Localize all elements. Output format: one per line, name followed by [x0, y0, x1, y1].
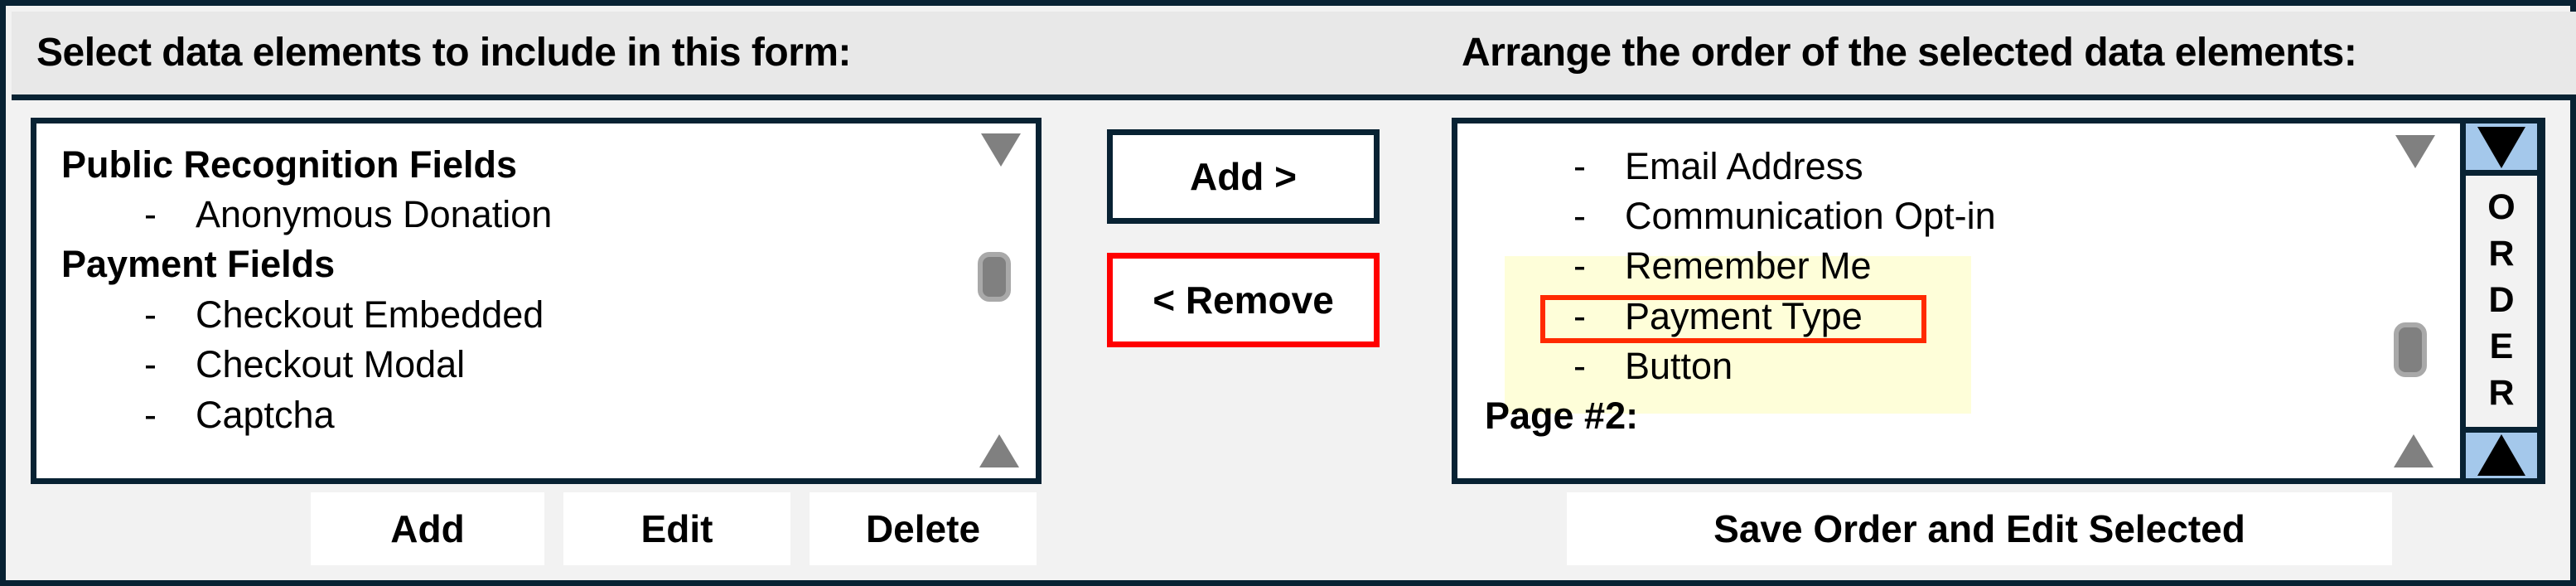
add-element-button[interactable]: Add	[311, 492, 544, 565]
order-label: O R D E R	[2466, 176, 2537, 427]
add-to-selected-button[interactable]: Add >	[1107, 129, 1380, 224]
scroll-down-arrow-icon[interactable]	[981, 133, 1021, 167]
list-item-checkout-modal[interactable]: - Checkout Modal	[144, 340, 465, 390]
selected-elements-list[interactable]: - Email Address - Communication Opt-in - Re…	[1452, 118, 2545, 484]
list-item-anonymous-donation[interactable]: - Anonymous Donation	[144, 190, 552, 240]
scrollbar-thumb[interactable]	[2394, 322, 2427, 377]
available-elements-heading: Select data elements to include in this …	[36, 31, 852, 75]
remove-from-selected-button[interactable]: < Remove	[1107, 253, 1380, 347]
available-elements-list[interactable]: Public Recognition Fields - Anonymous Don…	[31, 118, 1042, 484]
edit-element-button[interactable]: Edit	[563, 492, 790, 565]
form-builder-panel: Select data elements to include in this …	[0, 0, 2576, 586]
selected-item-outline	[1540, 295, 1926, 343]
header-bar: Select data elements to include in this …	[12, 12, 2576, 100]
selected-elements-heading: Arrange the order of the selected data e…	[1462, 31, 2357, 75]
scroll-up-arrow-icon[interactable]	[2394, 434, 2433, 467]
list-item-captcha[interactable]: - Captcha	[144, 390, 335, 440]
scrollbar-thumb[interactable]	[978, 252, 1011, 302]
scroll-down-arrow-icon[interactable]	[2395, 135, 2435, 168]
order-control: O R D E R	[2460, 123, 2540, 478]
scroll-up-arrow-icon[interactable]	[979, 434, 1019, 467]
list-item-email-address[interactable]: - Email Address	[1573, 142, 1863, 191]
delete-element-button[interactable]: Delete	[810, 492, 1037, 565]
save-order-button[interactable]: Save Order and Edit Selected	[1567, 492, 2392, 565]
group-header-page-2: Page #2:	[1485, 395, 1639, 437]
triangle-up-icon	[2477, 434, 2525, 476]
triangle-down-icon	[2477, 127, 2525, 168]
group-header-public-recognition: Public Recognition Fields	[61, 143, 518, 186]
move-down-button[interactable]	[2466, 123, 2537, 170]
list-item-button[interactable]: - Button	[1573, 341, 1733, 391]
move-up-button[interactable]	[2466, 433, 2537, 478]
list-item-remember-me[interactable]: - Remember Me	[1573, 241, 1872, 291]
list-item-communication-opt-in[interactable]: - Communication Opt-in	[1573, 191, 1996, 241]
list-item-checkout-embedded[interactable]: - Checkout Embedded	[144, 290, 544, 340]
group-header-payment-fields: Payment Fields	[61, 243, 336, 285]
